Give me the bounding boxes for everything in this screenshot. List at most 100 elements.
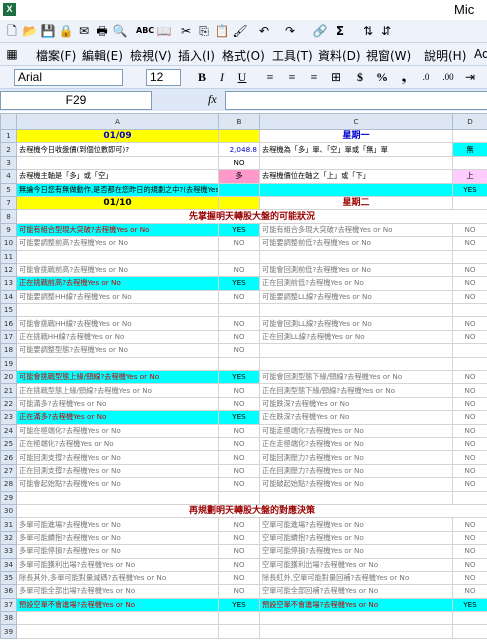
font-name-select[interactable]: Arial bbox=[14, 69, 123, 86]
cell-A14[interactable]: 可能要調整HH線?去程機Yes or No bbox=[16, 289, 219, 305]
sort-asc-icon[interactable]: ⇅ bbox=[360, 23, 376, 39]
hyperlink-icon[interactable]: 🔗 bbox=[312, 23, 328, 39]
menu-addins[interactable]: Ad bbox=[474, 47, 487, 61]
cell-D38[interactable] bbox=[452, 611, 487, 626]
row-header-22[interactable]: 22 bbox=[0, 396, 17, 412]
cell-C14[interactable]: 可能要調整LL線?去程機Yes or No bbox=[259, 289, 453, 305]
cell-B36[interactable]: NO bbox=[218, 584, 260, 599]
cell-C35[interactable]: 除長紅外,空單可能對量回補?去程機Yes or No bbox=[259, 570, 453, 586]
cell-B33[interactable]: NO bbox=[218, 544, 260, 559]
row-header-15[interactable]: 15 bbox=[0, 303, 17, 318]
cell-C20[interactable]: 可能會回測型態下緣/頸線?去程機Yes or No bbox=[259, 370, 453, 385]
cell-A34[interactable]: 多單可能獲利出場?去程機Yes or No bbox=[16, 557, 219, 572]
cell-C25[interactable]: 正在走極端化?去程機Yes or No bbox=[259, 436, 453, 452]
cell-C27[interactable]: 正在回測壓力?去程機Yes or No bbox=[259, 463, 453, 479]
cell-D17[interactable]: NO bbox=[452, 329, 487, 345]
row-header-13[interactable]: 13 bbox=[0, 276, 17, 291]
cell-B29[interactable] bbox=[218, 490, 260, 505]
cell-B28[interactable]: NO bbox=[218, 477, 260, 492]
cell-A29[interactable] bbox=[16, 490, 219, 505]
row-header-18[interactable]: 18 bbox=[0, 343, 17, 358]
cell-D39[interactable] bbox=[452, 624, 487, 639]
font-size-select[interactable]: 12 bbox=[146, 69, 181, 86]
row-header-10[interactable]: 10 bbox=[0, 236, 17, 251]
cell-A18[interactable]: 可能要調整型態?去程機Yes or No bbox=[16, 343, 219, 358]
cell-D34[interactable]: NO bbox=[452, 557, 487, 572]
row-header-12[interactable]: 12 bbox=[0, 262, 17, 278]
row-header-30[interactable]: 30 bbox=[0, 503, 17, 519]
cell-C31[interactable]: 空單可能進場?去程機Yes or No bbox=[259, 517, 453, 532]
cell-D11[interactable] bbox=[452, 249, 487, 264]
row-header-24[interactable]: 24 bbox=[0, 423, 17, 438]
sheet-table[interactable]: A B C D 1 01/09 星期一 2 去程機今日收盤價(到個位數即可)? 2,048… bbox=[0, 113, 487, 639]
merge-center-icon[interactable]: ⊞ bbox=[328, 69, 344, 85]
cell-D27[interactable]: NO bbox=[452, 463, 487, 479]
cell-B26[interactable]: NO bbox=[218, 450, 260, 465]
cell-C5[interactable] bbox=[259, 182, 453, 197]
row-header-29[interactable]: 29 bbox=[0, 490, 17, 505]
cell-A5[interactable]: 無論今日您有無做動作,是否都在您昨日的規劃之中?(去程機Yes或No) bbox=[16, 182, 219, 197]
row-header-28[interactable]: 28 bbox=[0, 477, 17, 492]
cell-C22[interactable]: 可能跌深?去程機Yes or No bbox=[259, 396, 453, 412]
cell-D25[interactable]: NO bbox=[452, 436, 487, 452]
column-header-a[interactable]: A bbox=[16, 113, 219, 130]
currency-button[interactable]: $ bbox=[352, 69, 368, 85]
cell-D1[interactable] bbox=[452, 128, 487, 144]
cell-D36[interactable]: NO bbox=[452, 584, 487, 599]
row-header-2[interactable]: 2 bbox=[0, 142, 17, 157]
decrease-decimal-icon[interactable]: .00 bbox=[440, 69, 456, 85]
increase-decimal-icon[interactable]: .0 bbox=[418, 69, 434, 85]
cell-A26[interactable]: 可能回測支撐?去程機Yes or No bbox=[16, 450, 219, 465]
row-header-8[interactable]: 8 bbox=[0, 209, 17, 224]
cell-A25[interactable]: 正在極端化?去程機Yes or No bbox=[16, 436, 219, 452]
cell-D32[interactable]: NO bbox=[452, 530, 487, 546]
menu-tools[interactable]: 工具(T) bbox=[272, 47, 313, 64]
cell-B9[interactable]: YES bbox=[218, 222, 260, 238]
copy-icon[interactable]: ⎘ bbox=[196, 23, 212, 39]
autosum-icon[interactable]: Σ bbox=[332, 23, 348, 39]
cell-D35[interactable]: NO bbox=[452, 570, 487, 586]
cell-B13[interactable]: YES bbox=[218, 276, 260, 291]
cell-A32[interactable]: 多單可能續抱?去程機Yes or No bbox=[16, 530, 219, 546]
cell-D13[interactable]: NO bbox=[452, 276, 487, 291]
cell-D2[interactable]: 無 bbox=[452, 142, 487, 157]
cell-B24[interactable]: NO bbox=[218, 423, 260, 438]
cell-C18[interactable] bbox=[259, 343, 453, 358]
cell-B18[interactable]: NO bbox=[218, 343, 260, 358]
cell-C13[interactable]: 正在回測前低?去程機Yes or No bbox=[259, 276, 453, 291]
cell-C21[interactable]: 正在回測型態下緣/頸線?去程機Yes or No bbox=[259, 383, 453, 398]
cell-B27[interactable]: NO bbox=[218, 463, 260, 479]
cell-A27[interactable]: 正在回測支撐?去程機Yes or No bbox=[16, 463, 219, 479]
row-header-4[interactable]: 4 bbox=[0, 169, 17, 184]
align-center-icon[interactable]: ≡ bbox=[284, 69, 300, 85]
cell-B23[interactable]: YES bbox=[218, 410, 260, 425]
row-header-20[interactable]: 20 bbox=[0, 370, 17, 385]
cell-C38[interactable] bbox=[259, 611, 453, 626]
spell-icon[interactable]: ABC bbox=[136, 23, 154, 39]
open-icon[interactable]: 📂 bbox=[22, 23, 38, 39]
cell-B17[interactable]: NO bbox=[218, 329, 260, 345]
cell-B19[interactable] bbox=[218, 356, 260, 372]
cell-C9[interactable]: 可能有組合多現大突破?去程機Yes or No bbox=[259, 222, 453, 238]
row-header-33[interactable]: 33 bbox=[0, 544, 17, 559]
cell-D26[interactable]: NO bbox=[452, 450, 487, 465]
cell-C7[interactable]: 星期二 bbox=[259, 195, 453, 211]
cell-C19[interactable] bbox=[259, 356, 453, 372]
row-header-11[interactable]: 11 bbox=[0, 249, 17, 264]
cell-A11[interactable] bbox=[16, 249, 219, 264]
row-header-3[interactable]: 3 bbox=[0, 155, 17, 171]
column-header-c[interactable]: C bbox=[259, 113, 453, 130]
cell-A33[interactable]: 多單可能停損?去程機Yes or No bbox=[16, 544, 219, 559]
print-icon[interactable]: 🖶 bbox=[94, 23, 110, 39]
cell-D4[interactable]: 上 bbox=[452, 169, 487, 184]
column-header-d[interactable]: D bbox=[452, 113, 487, 130]
align-left-icon[interactable]: ≡ bbox=[262, 69, 278, 85]
cell-A10[interactable]: 可能要調整前高?去程機Yes or No bbox=[16, 236, 219, 251]
cell-B38[interactable] bbox=[218, 611, 260, 626]
cell-A30[interactable]: 再規劃明天轉股大盤的對應決策 bbox=[16, 503, 487, 519]
column-header-b[interactable]: B bbox=[218, 113, 260, 130]
cell-D20[interactable]: NO bbox=[452, 370, 487, 385]
row-header-35[interactable]: 35 bbox=[0, 570, 17, 586]
cell-D24[interactable]: NO bbox=[452, 423, 487, 438]
undo-icon[interactable]: ↶ bbox=[256, 23, 272, 39]
